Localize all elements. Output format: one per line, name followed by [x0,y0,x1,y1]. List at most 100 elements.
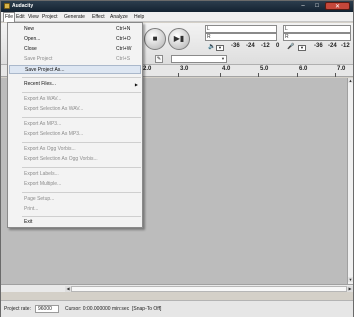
menu-item-shortcut: Ctrl+N [116,26,131,32]
window-title: Audacity [12,3,34,9]
menu-item-label: Recent Files... [24,81,56,87]
menu-item-export-selection-ogg[interactable]: Export Selection As Ogg Vorbis... [9,155,141,164]
meter-scale-label: -12 [261,43,270,49]
menu-view[interactable]: View [27,12,40,22]
cursor-position-text: Cursor: 0:00.000000 min:sec [65,306,130,312]
menu-item-label: Close [24,46,37,52]
menu-item-save-project[interactable]: Save Project Ctrl+S [9,55,141,64]
project-rate-field[interactable]: 96000 [35,305,59,313]
menu-item-export-multiple[interactable]: Export Multiple... [9,180,141,189]
menu-item-save-project-as[interactable]: Save Project As... [9,65,141,74]
menu-item-label: Export Multiple... [24,181,62,187]
menu-separator [22,192,141,193]
submenu-arrow-icon: ▶ [134,82,138,87]
ruler-tick [178,73,179,77]
menu-item-label: Export As MP3... [24,121,62,127]
menu-separator [22,117,141,118]
scroll-up-icon[interactable]: ▲ [348,78,353,83]
menu-separator [22,216,141,217]
ruler-tick-label: 2.0 [143,66,152,72]
menu-generate[interactable]: Generate [63,12,86,22]
close-window-button[interactable]: ✕ [325,2,350,10]
project-rate-value: 96000 [38,306,52,312]
device-combo[interactable]: ▼ [171,55,227,63]
menu-project[interactable]: Project [41,12,59,22]
menu-item-label: New [24,26,35,32]
meter-scale-label: -36 [314,43,323,49]
menu-item-export-labels[interactable]: Export Labels... [9,170,141,179]
menu-separator [22,142,141,143]
menu-item-label: Export Selection As Ogg Vorbis... [24,156,98,162]
skip-to-end-icon: ▶▮ [173,34,185,43]
meter-channel-label: L [207,26,210,32]
audacity-window: Audacity – □ ✕ File Edit View Project Ge… [0,0,354,317]
stop-button[interactable]: ■ [144,28,166,50]
scroll-right-icon[interactable]: ▶ [347,286,353,292]
meter-scale-label: -24 [328,43,337,49]
play-meter-right: R [205,33,277,41]
draw-tool-icon[interactable]: ✎ [155,55,163,63]
menu-edit[interactable]: Edit [15,12,26,22]
menu-file[interactable]: File [3,12,16,22]
menu-item-exit[interactable]: Exit [9,218,141,227]
menu-item-recent-files[interactable]: Recent Files... ▶ [9,80,141,89]
menu-item-export-ogg[interactable]: Export As Ogg Vorbis... [9,145,141,154]
menu-effect[interactable]: Effect [91,12,106,22]
meter-channel-label: R [207,34,211,40]
menu-item-page-setup[interactable]: Page Setup... [9,195,141,204]
menu-item-label: Export Selection As MP3... [24,131,84,137]
menu-item-label: Save Project As... [25,67,65,73]
ruler-tick-label: 7.0 [337,66,346,72]
scroll-down-icon[interactable]: ▼ [348,277,353,282]
menu-item-label: Exit [24,219,33,225]
play-meter-menu[interactable]: ▼ [216,45,224,51]
status-bar: Project rate: 96000 Cursor: 0:00.000000 … [1,300,353,317]
menu-item-label: Page Setup... [24,196,55,202]
speaker-icon: 🔈 [208,44,216,50]
chevron-down-icon: ▼ [221,56,225,61]
record-meter-right: R [283,33,351,41]
file-menu-dropdown: New Ctrl+N Open... Ctrl+O Close Ctrl+W S… [7,22,143,228]
meter-channel-label: R [285,34,289,40]
vertical-scrollbar[interactable]: ▲ ▼ [347,78,353,284]
menu-analyze[interactable]: Analyze [109,12,129,22]
menu-help[interactable]: Help [133,12,145,22]
project-rate-label: Project rate: [4,306,31,312]
menu-item-shortcut: Ctrl+W [116,46,132,52]
menu-item-export-wav[interactable]: Export As WAV... [9,95,141,104]
menu-bar: File Edit View Project Generate Effect A… [1,12,353,22]
title-bar: Audacity – □ ✕ [1,1,353,12]
menu-item-label: Save Project [24,56,53,62]
menu-item-export-selection-mp3[interactable]: Export Selection As MP3... [9,130,141,139]
menu-item-close[interactable]: Close Ctrl+W [9,45,141,54]
menu-item-export-selection-wav[interactable]: Export Selection As WAV... [9,105,141,114]
meter-scale-label: -36 [231,43,240,49]
menu-item-label: Export Labels... [24,171,59,177]
menu-item-open[interactable]: Open... Ctrl+O [9,35,141,44]
menu-item-label: Print... [24,206,39,212]
menu-item-print[interactable]: Print... [9,205,141,214]
horizontal-scrollbar[interactable] [71,286,347,292]
stop-icon: ■ [152,34,158,43]
minimize-button[interactable]: – [297,2,309,10]
menu-item-export-mp3[interactable]: Export As MP3... [9,120,141,129]
skip-to-end-button[interactable]: ▶▮ [168,28,190,50]
menu-separator [22,167,141,168]
menu-item-label: Export As Ogg Vorbis... [24,146,76,152]
ruler-tick-label: 4.0 [222,66,231,72]
menu-item-new[interactable]: New Ctrl+N [9,25,141,34]
record-meter-menu[interactable]: ▼ [298,45,306,51]
menu-item-label: Export Selection As WAV... [24,106,84,112]
record-meter-left: L [283,25,351,33]
horizontal-scroll-row: ◀ ▶ [1,284,353,292]
meter-scale-label: -12 [341,43,350,49]
ruler-tick-label: 3.0 [180,66,189,72]
ruler-tick [220,73,221,77]
microphone-icon: 🎤 [287,44,295,50]
menu-separator [22,92,141,93]
play-meter-left: L [205,25,277,33]
ruler-tick-label: 6.0 [299,66,308,72]
maximize-button[interactable]: □ [311,2,323,10]
meter-scale-label: 0 [276,43,280,49]
menu-item-shortcut: Ctrl+S [116,56,131,62]
